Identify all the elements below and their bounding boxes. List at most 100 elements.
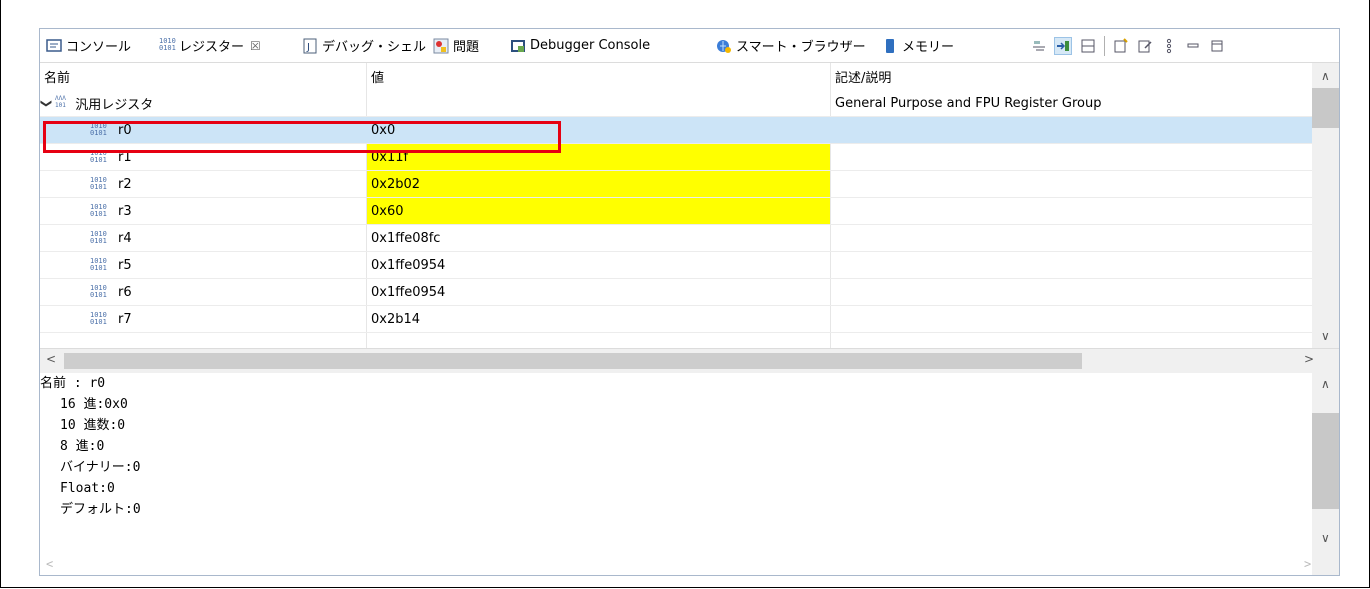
sync-register-icon[interactable] — [1054, 37, 1072, 55]
register-description — [831, 306, 1312, 332]
register-row[interactable]: 1010 0101 r4 0x1ffe08fc — [40, 225, 1312, 252]
register-name: r7 — [118, 311, 132, 327]
column-header-value[interactable]: 値 — [367, 63, 830, 90]
memory-icon — [882, 38, 898, 54]
scroll-down-icon[interactable]: ∨ — [1321, 531, 1330, 545]
register-icon: 1010 0101 — [90, 122, 107, 137]
register-name-cell: 1010 0101 r6 — [40, 279, 366, 305]
register-name-cell: 1010 0101 r4 — [40, 225, 366, 251]
register-icon: 1010 0101 — [90, 311, 107, 326]
detail-vertical-scrollbar[interactable]: ∧ ∨ — [1312, 373, 1339, 575]
register-icon: 1010 0101 — [90, 176, 107, 191]
tab-console[interactable]: コンソール — [46, 29, 131, 62]
chevron-down-icon[interactable]: ❯ — [40, 98, 53, 107]
register-icon: 1010 0101 — [90, 230, 107, 245]
close-tab-icon[interactable]: ☒ — [250, 39, 261, 53]
register-value[interactable]: 0x1ffe0954 — [367, 279, 830, 305]
detail-name-line: 名前 : r0 — [40, 376, 106, 391]
register-row[interactable]: 1010 0101 r2 0x2b02 — [40, 171, 1312, 198]
toolbar-separator — [1104, 36, 1105, 56]
register-icon: 1010 0101 — [90, 203, 107, 218]
register-name: r5 — [118, 257, 132, 273]
register-value[interactable]: 0x1ffe08fc — [367, 225, 830, 251]
tab-label: 問題 — [453, 40, 480, 55]
register-name: r0 — [118, 122, 132, 138]
register-description — [831, 117, 1312, 143]
tab-debug-shell[interactable]: J デバッグ・シェル — [302, 29, 426, 62]
layout-icon[interactable] — [1079, 37, 1097, 55]
register-row[interactable]: 1010 0101 r7 0x2b14 — [40, 306, 1312, 333]
tab-label: Debugger Console — [530, 38, 651, 53]
group-label: 汎用レジスタ — [75, 97, 154, 113]
scroll-up-icon[interactable]: ∧ — [1321, 377, 1330, 391]
view-tab-bar: コンソール 1010 0101 レジスター ☒ J デバッグ・シェル 問題 Deb… — [40, 29, 1339, 63]
register-name: r1 — [118, 149, 132, 165]
debug-shell-icon: J — [302, 38, 318, 54]
new-group-icon[interactable] — [1112, 37, 1130, 55]
detail-default-line: デフォルト:0 — [60, 502, 141, 517]
register-name-cell: 1010 0101 r1 — [40, 144, 366, 170]
tab-label: デバッグ・シェル — [322, 40, 427, 55]
table-vertical-scrollbar[interactable]: ∧ ∨ — [1312, 63, 1339, 348]
minimize-icon[interactable] — [1184, 37, 1202, 55]
scroll-up-icon[interactable]: ∧ — [1321, 69, 1330, 83]
show-hex-icon[interactable] — [1030, 37, 1048, 55]
svg-text:ΛΛΛ: ΛΛΛ — [55, 95, 66, 102]
register-icon: 1010 0101 — [90, 257, 107, 272]
svg-text:101: 101 — [55, 102, 66, 108]
tab-smart-browser[interactable]: スマート・ブラウザー — [716, 29, 866, 62]
register-name: r6 — [118, 284, 132, 300]
scrollbar-thumb[interactable] — [1312, 88, 1339, 128]
register-value[interactable]: 0x11f — [367, 144, 830, 170]
detail-float-line: Float:0 — [60, 481, 115, 496]
scrollbar-thumb[interactable] — [64, 353, 1082, 369]
register-name: r3 — [118, 203, 132, 219]
tab-memory[interactable]: メモリー — [882, 29, 954, 62]
register-detail-pane[interactable]: 名前 : r0 16 進:0x0 10 進数:0 8 進:0 バイナリー:0 F… — [40, 373, 1312, 575]
register-row[interactable]: 1010 0101 r1 0x11f — [40, 144, 1312, 171]
table-horizontal-scrollbar[interactable]: < > — [40, 348, 1339, 373]
problems-icon — [433, 38, 449, 54]
edit-group-icon[interactable] — [1136, 37, 1154, 55]
register-value[interactable]: 0x2b02 — [367, 171, 830, 197]
scroll-right-icon[interactable]: > — [1304, 352, 1314, 366]
registers-view: コンソール 1010 0101 レジスター ☒ J デバッグ・シェル 問題 Deb… — [39, 28, 1340, 576]
register-name-cell: 1010 0101 r5 — [40, 252, 366, 278]
register-row[interactable]: 1010 0101 r0 0x0 — [40, 117, 1312, 144]
scroll-left-icon[interactable]: < — [46, 352, 56, 366]
column-header-description[interactable]: 記述/説明 — [831, 63, 1312, 90]
register-value[interactable]: 0x1ffe0954 — [367, 252, 830, 278]
maximize-icon[interactable] — [1208, 37, 1226, 55]
smart-browser-icon — [716, 38, 732, 54]
register-row[interactable]: 1010 0101 r5 0x1ffe0954 — [40, 252, 1312, 279]
register-value[interactable]: 0x60 — [367, 198, 830, 224]
tab-problems[interactable]: 問題 — [433, 29, 479, 62]
register-name: r2 — [118, 176, 132, 192]
detail-decimal-line: 10 進数:0 — [60, 418, 126, 433]
tab-debugger-console[interactable]: Debugger Console — [510, 29, 650, 62]
scroll-right-icon[interactable]: > — [1304, 557, 1311, 571]
register-row[interactable]: 1010 0101 r3 0x60 — [40, 198, 1312, 225]
register-row[interactable]: 1010 0101 r6 0x1ffe0954 — [40, 279, 1312, 306]
detail-octal-line: 8 進:0 — [60, 439, 105, 454]
register-group-row[interactable]: ❯ ΛΛΛ 101 汎用レジスタ General Purpose and FPU … — [40, 90, 1312, 117]
scrollbar-thumb[interactable] — [1312, 413, 1339, 509]
scroll-left-icon[interactable]: < — [46, 557, 53, 571]
debugger-console-icon — [510, 38, 526, 54]
scroll-down-icon[interactable]: ∨ — [1321, 329, 1330, 343]
detail-hex-line: 16 進:0x0 — [60, 397, 128, 412]
register-value[interactable]: 0x0 — [367, 117, 830, 143]
register-value[interactable]: 0x2b14 — [367, 306, 830, 332]
register-icon: 1010 0101 — [159, 36, 176, 52]
column-header-name[interactable]: 名前 — [40, 63, 366, 90]
register-description — [831, 279, 1312, 305]
register-name-cell: 1010 0101 r7 — [40, 306, 366, 332]
tab-registers[interactable]: 1010 0101 レジスター ☒ — [159, 29, 261, 62]
view-menu-icon[interactable] — [1160, 37, 1178, 55]
tab-label: メモリー — [902, 40, 955, 55]
register-description — [831, 252, 1312, 278]
register-icon: 1010 0101 — [90, 284, 107, 299]
register-icon: 1010 0101 — [90, 149, 107, 164]
register-name-cell: 1010 0101 r3 — [40, 198, 366, 224]
console-icon — [46, 38, 62, 54]
